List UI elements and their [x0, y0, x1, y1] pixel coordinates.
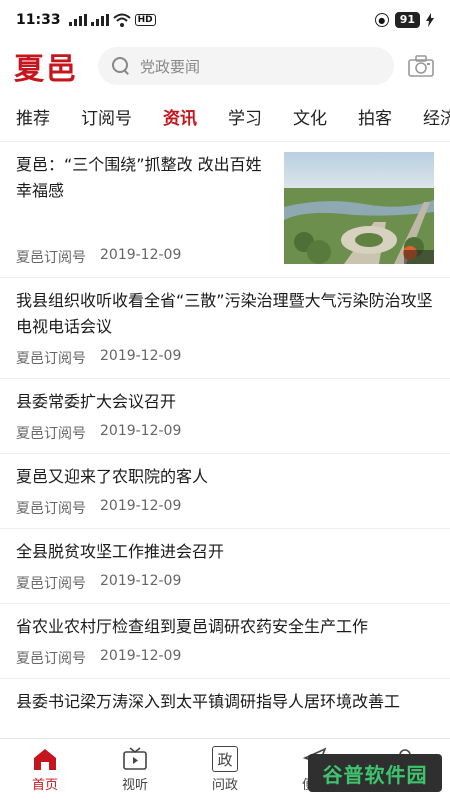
- home-icon: [34, 749, 56, 770]
- news-date: 2019-12-09: [100, 247, 182, 263]
- news-meta: 夏邑订阅号 2019-12-09: [16, 423, 434, 443]
- news-meta: 夏邑订阅号 2019-12-09: [16, 573, 434, 593]
- featured-thumbnail: [284, 152, 434, 264]
- news-item[interactable]: 县委常委扩大会议召开 夏邑订阅号 2019-12-09: [0, 379, 450, 454]
- news-title: 全县脱贫攻坚工作推进会召开: [16, 542, 225, 561]
- news-source: 夏邑订阅号: [16, 250, 86, 266]
- politics-glyph: 政: [217, 750, 233, 769]
- park-aerial-image: [284, 152, 434, 264]
- tv-icon: [123, 747, 147, 770]
- news-meta: 夏邑订阅号 2019-12-09: [16, 348, 434, 368]
- signal-icon: [68, 14, 87, 26]
- search-icon: [112, 57, 130, 75]
- news-item[interactable]: 全县脱贫攻坚工作推进会召开 夏邑订阅号 2019-12-09: [0, 529, 450, 604]
- channel-tabs: 推荐 订阅号 资讯 学习 文化 拍客 经济: [0, 92, 450, 142]
- status-right: ● 91: [374, 12, 434, 28]
- tab-economy[interactable]: 经济: [423, 104, 450, 129]
- app-header: 夏邑 党政要闻: [0, 40, 450, 92]
- politics-icon: 政: [212, 746, 238, 772]
- news-title: 省农业农村厅检查组到夏邑调研农药安全生产工作: [16, 617, 369, 636]
- news-title: 我县组织收听收看全省“三散”污染治理暨大气污染防治攻坚电视电话会议: [16, 291, 433, 336]
- nav-politics[interactable]: 政 问政: [180, 739, 270, 800]
- site-watermark: 谷普软件园: [308, 754, 442, 792]
- tab-study[interactable]: 学习: [228, 104, 262, 129]
- news-date: 2019-12-09: [100, 573, 182, 589]
- news-source: 夏邑订阅号: [16, 351, 86, 367]
- tab-photographer[interactable]: 拍客: [358, 104, 392, 129]
- nav-media[interactable]: 视听: [90, 739, 180, 800]
- charging-icon: [426, 13, 434, 27]
- battery-level: 91: [394, 12, 420, 28]
- tab-subscriptions[interactable]: 订阅号: [81, 104, 132, 129]
- news-item[interactable]: 我县组织收听收看全省“三散”污染治理暨大气污染防治攻坚电视电话会议 夏邑订阅号 …: [0, 278, 450, 379]
- camera-icon[interactable]: [408, 55, 434, 77]
- news-title: 夏邑：“三个围绕”抓整改 改出百姓幸福感: [16, 155, 262, 200]
- signal-icon-2: [90, 14, 109, 26]
- news-date: 2019-12-09: [100, 498, 182, 514]
- status-indicators: HD: [68, 13, 156, 27]
- tab-news[interactable]: 资讯: [163, 104, 197, 129]
- search-placeholder: 党政要闻: [140, 57, 201, 76]
- nav-label: 视听: [121, 778, 148, 793]
- wifi-icon: [112, 13, 131, 27]
- status-bar: 11:33 HD ● 91: [0, 0, 450, 40]
- news-meta: 夏邑订阅号 2019-12-09: [16, 498, 434, 518]
- nav-label: 首页: [31, 778, 58, 793]
- news-item[interactable]: 县委书记梁万涛深入到太平镇调研指导人居环境改善工: [0, 679, 450, 725]
- news-source: 夏邑订阅号: [16, 426, 86, 442]
- news-title: 县委书记梁万涛深入到太平镇调研指导人居环境改善工: [16, 692, 401, 711]
- tab-recommend[interactable]: 推荐: [16, 104, 50, 129]
- news-date: 2019-12-09: [100, 648, 182, 664]
- lock-icon: ●: [374, 13, 389, 27]
- tab-culture[interactable]: 文化: [293, 104, 327, 129]
- news-source: 夏邑订阅号: [16, 576, 86, 592]
- news-item[interactable]: 夏邑又迎来了农职院的客人 夏邑订阅号 2019-12-09: [0, 454, 450, 529]
- app-logo[interactable]: 夏邑: [14, 44, 94, 88]
- news-title: 县委常委扩大会议召开: [16, 392, 177, 411]
- news-item-featured[interactable]: 夏邑：“三个围绕”抓整改 改出百姓幸福感 夏邑订阅号 2019-12-09: [0, 142, 450, 278]
- news-date: 2019-12-09: [100, 348, 182, 364]
- news-date: 2019-12-09: [100, 423, 182, 439]
- status-time: 11:33: [16, 12, 61, 28]
- news-item[interactable]: 省农业农村厅检查组到夏邑调研农药安全生产工作 夏邑订阅号 2019-12-09: [0, 604, 450, 679]
- featured-text: 夏邑：“三个围绕”抓整改 改出百姓幸福感 夏邑订阅号 2019-12-09: [16, 152, 284, 277]
- hd-badge: HD: [134, 14, 156, 26]
- nav-label: 问政: [211, 778, 238, 793]
- search-input[interactable]: 党政要闻: [98, 47, 394, 85]
- nav-home[interactable]: 首页: [0, 739, 90, 800]
- news-meta: 夏邑订阅号 2019-12-09: [16, 247, 274, 267]
- news-list: 夏邑：“三个围绕”抓整改 改出百姓幸福感 夏邑订阅号 2019-12-09 我县…: [0, 142, 450, 738]
- news-source: 夏邑订阅号: [16, 501, 86, 517]
- news-meta: 夏邑订阅号 2019-12-09: [16, 648, 434, 668]
- news-title: 夏邑又迎来了农职院的客人: [16, 467, 209, 486]
- news-source: 夏邑订阅号: [16, 651, 86, 667]
- watermark-text: 谷普软件园: [322, 762, 428, 787]
